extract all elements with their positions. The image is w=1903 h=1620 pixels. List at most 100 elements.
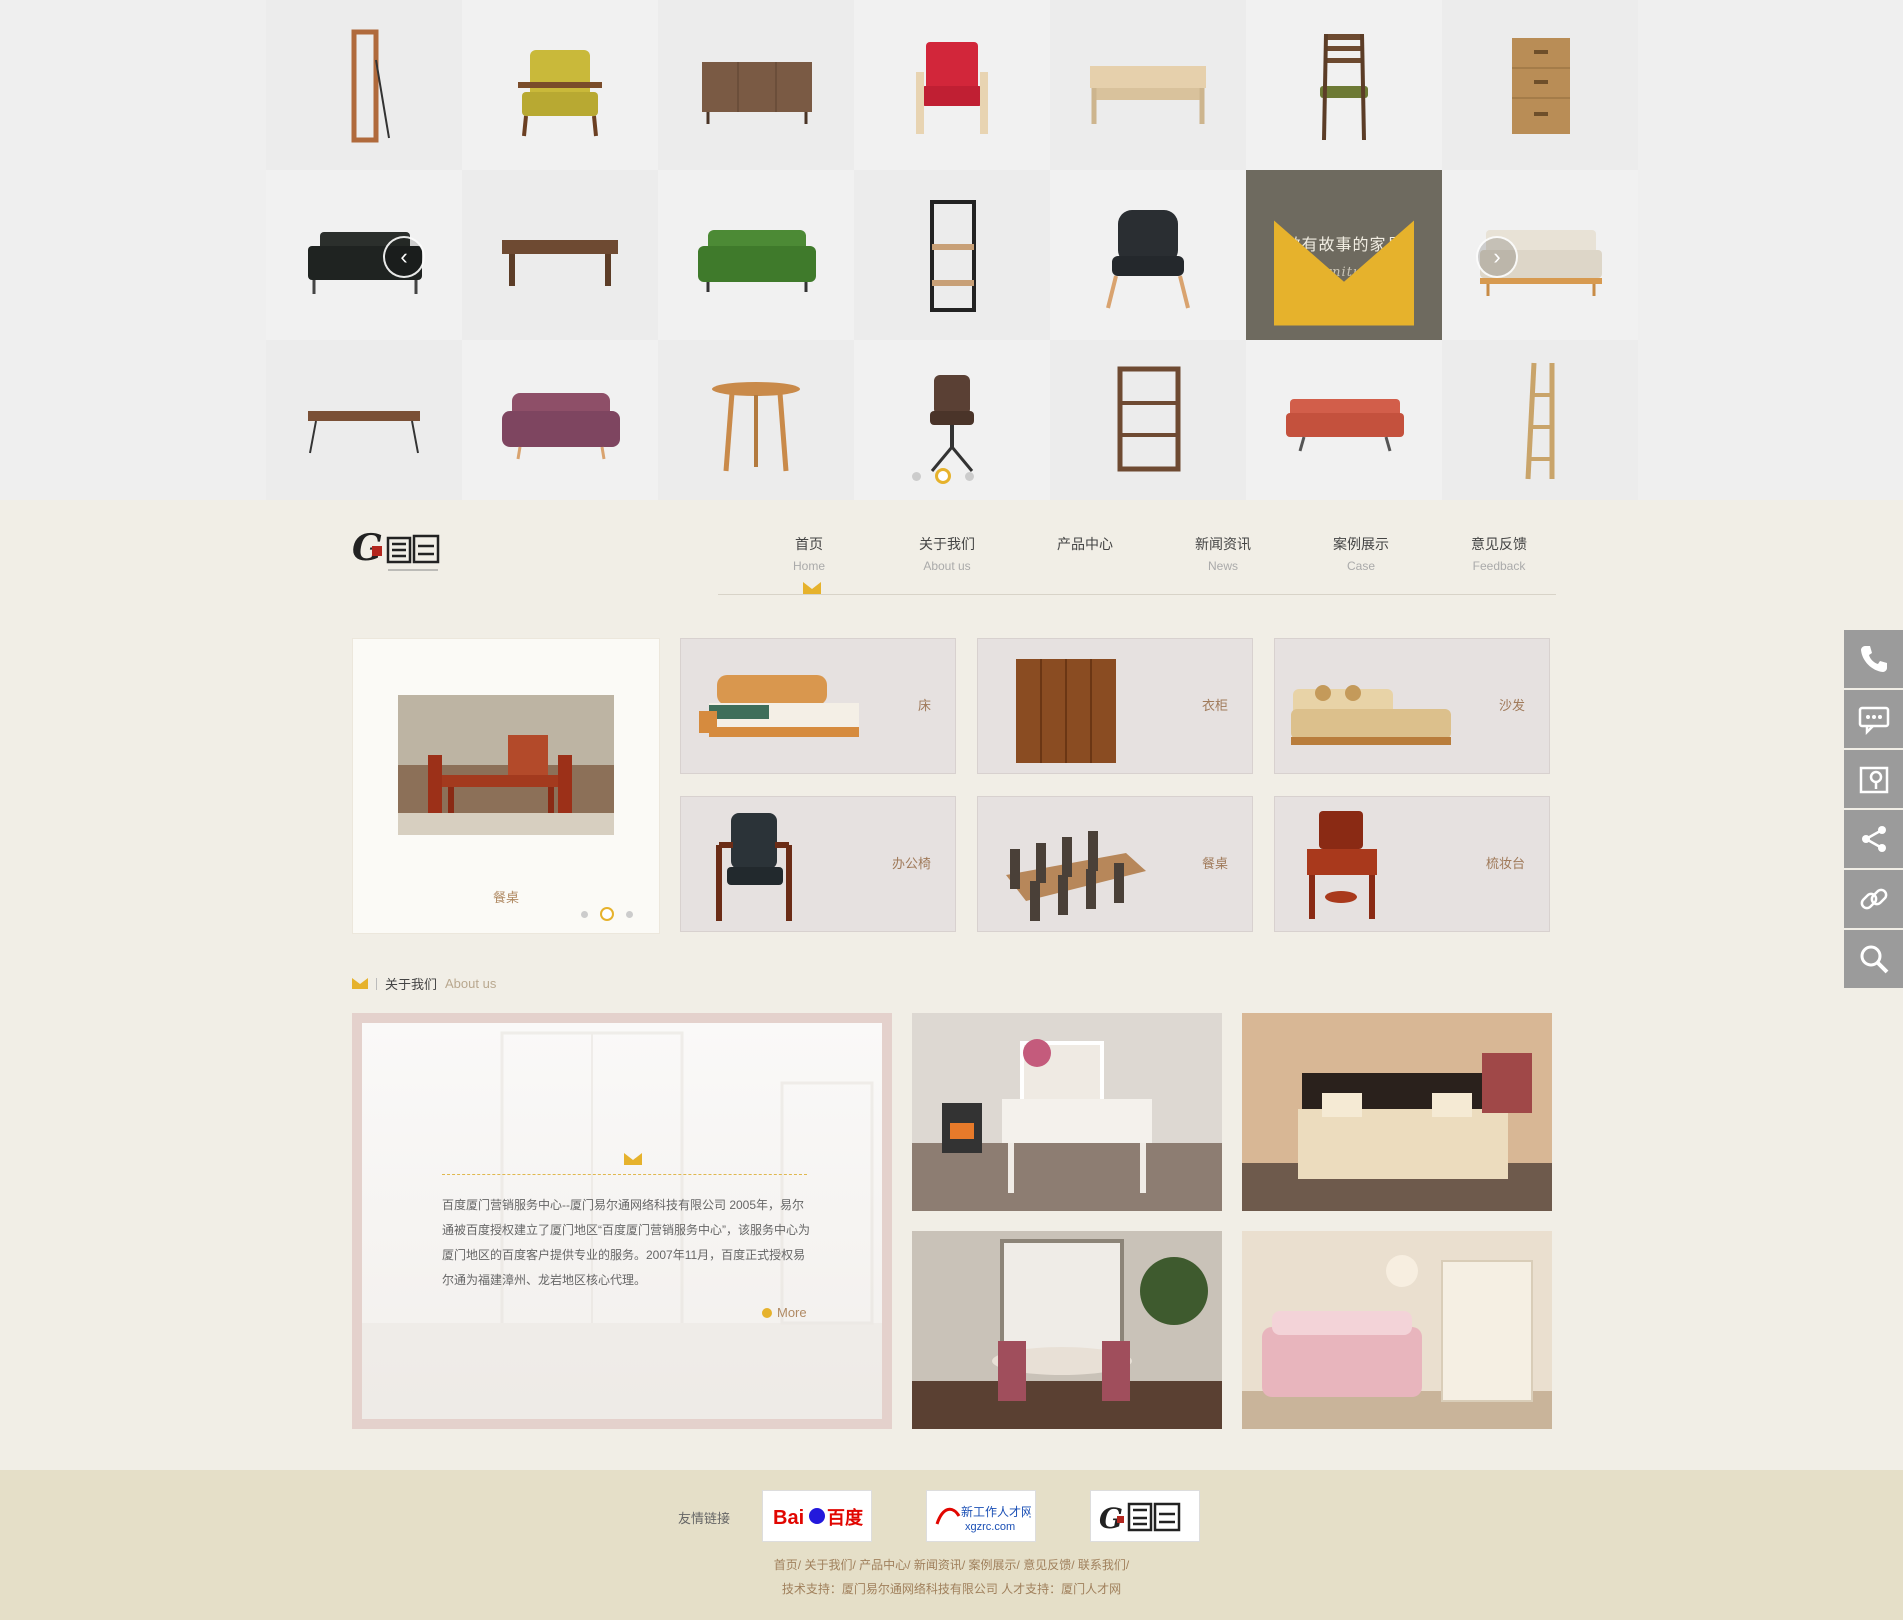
menu-item-home[interactable]: 首页 Home bbox=[740, 534, 878, 573]
furniture-tile-armchair-red[interactable] bbox=[854, 0, 1050, 170]
hero-next-arrow[interactable]: › bbox=[1476, 236, 1518, 278]
furniture-tile-ladder-shelf[interactable] bbox=[1442, 340, 1638, 500]
link-icon bbox=[1860, 888, 1887, 910]
furniture-tile-purple-sofa[interactable] bbox=[462, 340, 658, 500]
footer-link-about[interactable]: 关于我们/ bbox=[804, 1558, 855, 1572]
category-sofa[interactable]: 沙发 bbox=[1274, 638, 1550, 774]
side-share-button[interactable] bbox=[1844, 810, 1903, 868]
active-indicator-icon bbox=[803, 582, 821, 594]
furniture-tile-drawer-cabinet[interactable] bbox=[1442, 0, 1638, 170]
about-divider bbox=[442, 1174, 807, 1175]
menu-item-feedback[interactable]: 意见反馈 Feedback bbox=[1430, 534, 1568, 573]
dining-table-image bbox=[1006, 831, 1146, 921]
menu-label: 新闻资讯 bbox=[1195, 536, 1251, 552]
furniture-tile-sideboard[interactable] bbox=[658, 0, 854, 170]
furniture-tile-mirror[interactable] bbox=[266, 0, 462, 170]
slider-dot-2[interactable] bbox=[600, 907, 614, 921]
gallery-photo-princess-bedroom[interactable] bbox=[1242, 1231, 1552, 1429]
friend-link-gbpen[interactable]: G bbox=[1090, 1490, 1200, 1542]
gallery-photo-vanity[interactable] bbox=[912, 1013, 1222, 1211]
gallery-photo-dining[interactable] bbox=[912, 1231, 1222, 1429]
menu-item-case[interactable]: 案例展示 Case bbox=[1292, 534, 1430, 573]
footer-link-home[interactable]: 首页/ bbox=[774, 1558, 801, 1572]
crown-mark-icon bbox=[624, 1153, 642, 1165]
side-chat-button[interactable] bbox=[1844, 690, 1903, 748]
footer-nav: 首页/ 关于我们/ 产品中心/ 新闻资讯/ 案例展示/ 意见反馈/ 联系我们/ bbox=[0, 1556, 1903, 1573]
svg-text:百度: 百度 bbox=[827, 1507, 864, 1528]
furniture-tile-coffee-table[interactable] bbox=[1050, 0, 1246, 170]
menu-sublabel: About us bbox=[923, 559, 971, 573]
furniture-tile-leather-sofa[interactable] bbox=[266, 170, 462, 340]
slider-dot-1[interactable] bbox=[581, 910, 588, 918]
menu-sublabel: Home bbox=[792, 559, 825, 573]
menu-label: 案例展示 bbox=[1333, 536, 1389, 552]
footer-link-products[interactable]: 产品中心/ bbox=[859, 1558, 910, 1572]
logo[interactable]: G bbox=[352, 524, 448, 580]
category-label: 衣柜 bbox=[1201, 698, 1228, 713]
main-menu: 首页 Home 关于我们 About us 产品中心 新闻资讯 News 案例展… bbox=[740, 534, 1568, 573]
gallery-photo-bedroom[interactable] bbox=[1242, 1013, 1552, 1211]
baidu-logo: Bai 百度 bbox=[773, 1507, 864, 1529]
more-link[interactable]: More bbox=[762, 1305, 807, 1320]
footer-link-contact[interactable]: 联系我们/ bbox=[1078, 1558, 1129, 1572]
furniture-tile-low-table[interactable] bbox=[462, 170, 658, 340]
category-dresser[interactable]: 梳妆台 bbox=[1274, 796, 1550, 932]
menu-item-news[interactable]: 新闻资讯 News bbox=[1154, 534, 1292, 573]
svg-text:Bai: Bai bbox=[773, 1507, 804, 1529]
furniture-tile-desk[interactable] bbox=[266, 340, 462, 500]
footer-link-feedback[interactable]: 意见反馈/ bbox=[1023, 1558, 1074, 1572]
category-label: 梳妆台 bbox=[1485, 856, 1525, 871]
furniture-tile-round-table[interactable] bbox=[658, 340, 854, 500]
more-label: More bbox=[777, 1305, 807, 1320]
hero-dot-3[interactable] bbox=[965, 471, 974, 481]
furniture-tile-red-bench[interactable] bbox=[1246, 340, 1442, 500]
hero-prev-arrow[interactable]: ‹ bbox=[383, 236, 425, 278]
side-link-button[interactable] bbox=[1844, 870, 1903, 928]
about-card-inner: 百度厦门营销服务中心--厦门易尔通网络科技有限公司 2005年，易尔通被百度授权… bbox=[362, 1023, 882, 1419]
share-icon bbox=[1861, 826, 1886, 852]
furniture-tile-armchair-yellow[interactable] bbox=[462, 0, 658, 170]
category-dining-table[interactable]: 餐桌 bbox=[977, 796, 1253, 932]
about-description: 百度厦门营销服务中心--厦门易尔通网络科技有限公司 2005年，易尔通被百度授权… bbox=[442, 1198, 810, 1287]
friend-link-baidu[interactable]: Bai 百度 bbox=[762, 1490, 872, 1542]
about-title: 关于我们 bbox=[385, 977, 438, 992]
princess-bedroom-image bbox=[1242, 1231, 1552, 1429]
vanity-room-image bbox=[912, 1013, 1222, 1211]
friend-link-xgzrc[interactable]: 新工作人才网 xgzrc.com bbox=[926, 1490, 1036, 1542]
menu-label: 产品中心 bbox=[1057, 536, 1113, 552]
side-phone-button[interactable] bbox=[1844, 630, 1903, 688]
footer-link-case[interactable]: 案例展示/ bbox=[969, 1558, 1020, 1572]
menu-item-products[interactable]: 产品中心 bbox=[1016, 534, 1154, 573]
furniture-grid: 做有故事的家具 furniture bbox=[266, 0, 1638, 500]
product-slider[interactable]: 餐桌 bbox=[352, 638, 660, 934]
svg-text:xgzrc.com: xgzrc.com bbox=[965, 1521, 1015, 1533]
hero-dot-2[interactable] bbox=[935, 468, 951, 484]
furniture-tile-cream-sofa[interactable] bbox=[1442, 170, 1638, 340]
furniture-tile-dining-chair[interactable] bbox=[1246, 0, 1442, 170]
furniture-tile-black-armchair[interactable] bbox=[1050, 170, 1246, 340]
menu-sublabel: Case bbox=[1346, 559, 1375, 573]
category-office-chair[interactable]: 办公椅 bbox=[680, 796, 956, 932]
category-label: 餐桌 bbox=[1201, 856, 1228, 871]
furniture-tile-shelf[interactable] bbox=[854, 170, 1050, 340]
furniture-tile-green-sofa[interactable] bbox=[658, 170, 854, 340]
footer-link-news[interactable]: 新闻资讯/ bbox=[914, 1558, 965, 1572]
dresser-image bbox=[1307, 811, 1377, 919]
category-wardrobe[interactable]: 衣柜 bbox=[977, 638, 1253, 774]
slider-dot-3[interactable] bbox=[626, 910, 633, 918]
side-search-button[interactable] bbox=[1844, 930, 1903, 988]
map-icon bbox=[1859, 766, 1888, 794]
hero-carousel: 做有故事的家具 furniture ‹ › bbox=[0, 0, 1903, 500]
category-label: 办公椅 bbox=[891, 856, 931, 871]
feature-tile[interactable]: 做有故事的家具 furniture bbox=[1246, 170, 1442, 340]
category-bed[interactable]: 床 bbox=[680, 638, 956, 774]
hero-dot-1[interactable] bbox=[912, 471, 921, 481]
furniture-tile-bookcase[interactable] bbox=[1050, 340, 1246, 500]
wardrobe-image bbox=[1016, 659, 1116, 763]
about-section-heading: 关于我们 About us bbox=[352, 974, 496, 993]
menu-label: 首页 bbox=[795, 536, 823, 552]
footer-copyright: 技术支持：厦门易尔通网络科技有限公司 人才支持：厦门人才网 bbox=[781, 1582, 1122, 1596]
menu-item-about[interactable]: 关于我们 About us bbox=[878, 534, 1016, 573]
side-map-button[interactable] bbox=[1844, 750, 1903, 808]
menu-label: 意见反馈 bbox=[1471, 536, 1527, 552]
